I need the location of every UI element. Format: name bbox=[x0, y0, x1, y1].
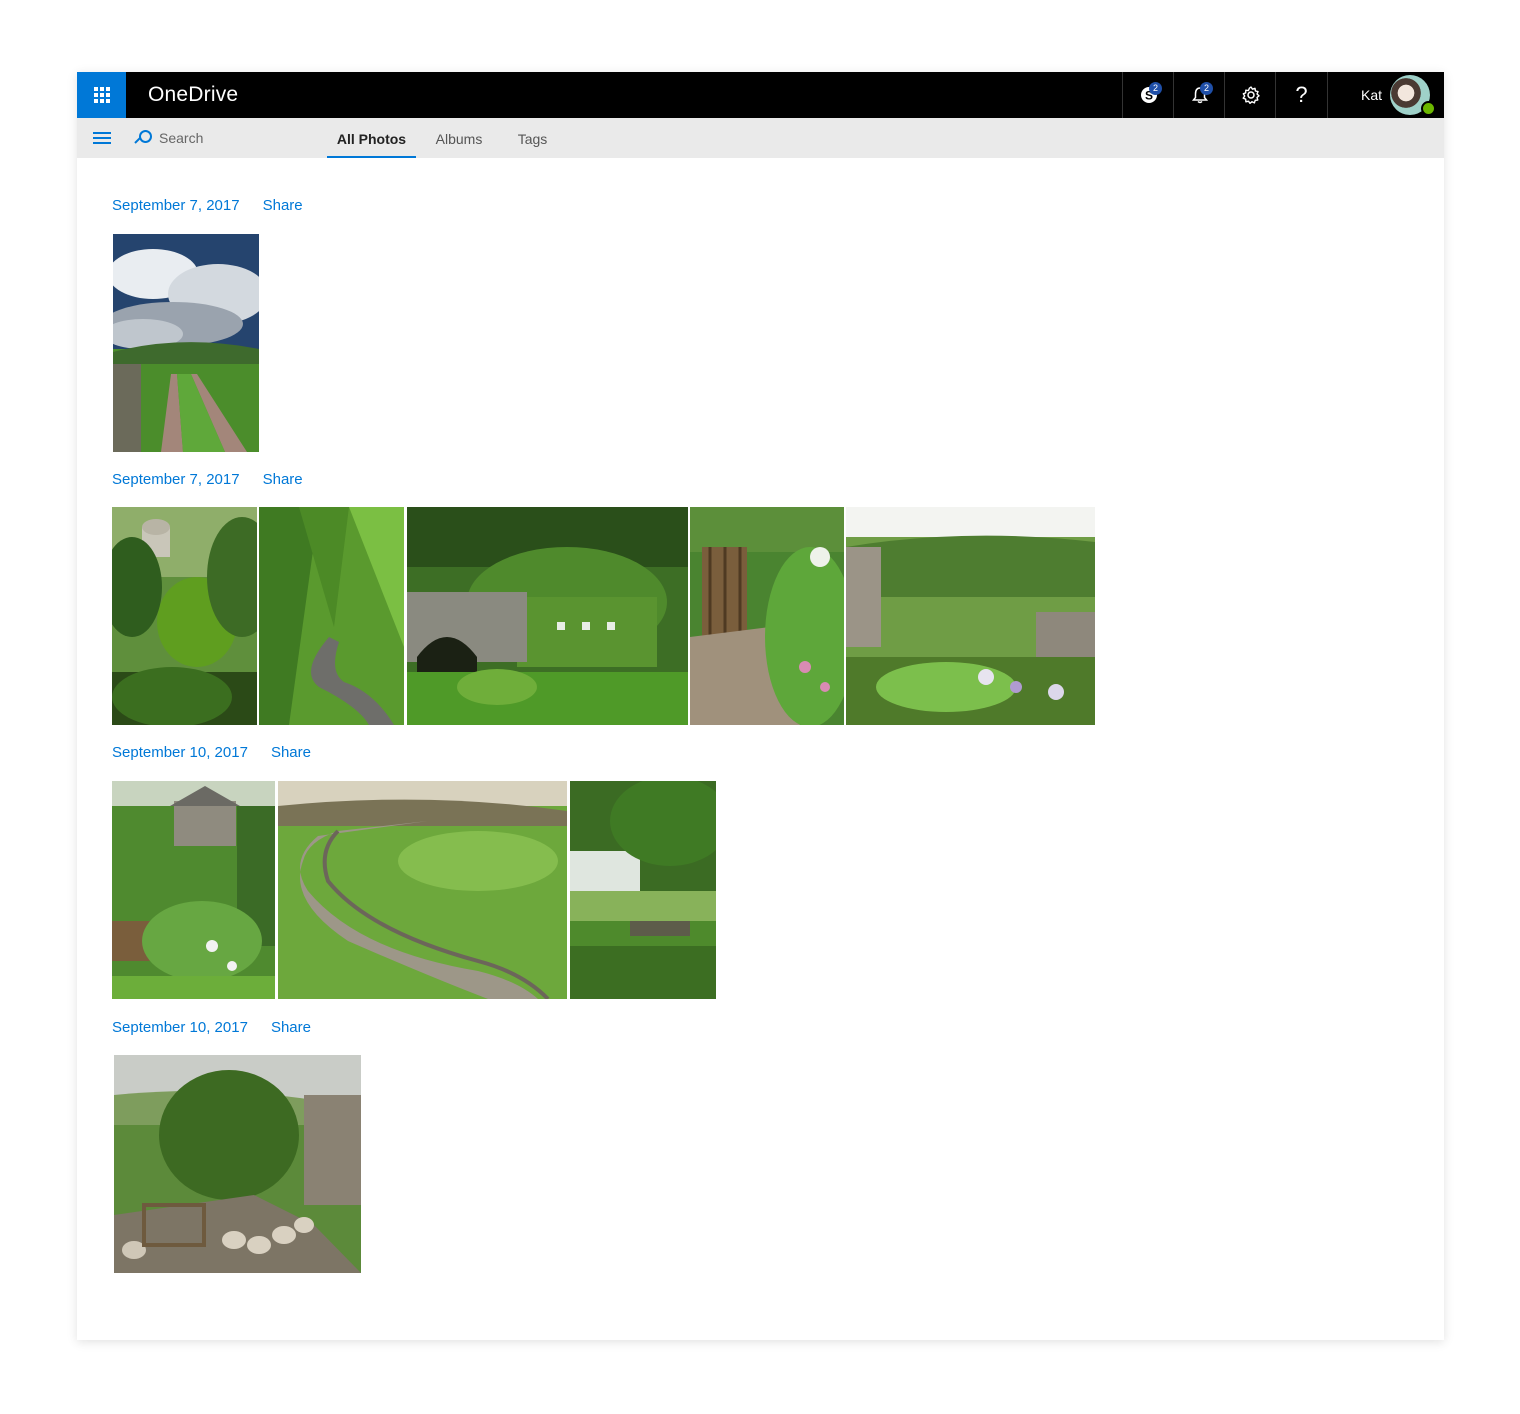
waffle-icon bbox=[93, 87, 110, 103]
hamburger-menu-icon[interactable] bbox=[93, 132, 111, 144]
tab-albums[interactable]: Albums bbox=[428, 118, 490, 158]
photo-thumbnail[interactable] bbox=[112, 781, 275, 999]
tab-all-photos[interactable]: All Photos bbox=[327, 118, 416, 158]
cottage-flowers-photo bbox=[112, 781, 275, 999]
skype-badge: 2 bbox=[1149, 82, 1162, 95]
group-date-link[interactable]: September 10, 2017 bbox=[112, 1019, 248, 1036]
help-icon: ? bbox=[1295, 82, 1308, 107]
search-box[interactable]: Search bbox=[134, 118, 203, 158]
notifications-badge: 2 bbox=[1200, 82, 1213, 95]
photo-thumbnail[interactable] bbox=[407, 507, 688, 725]
share-link[interactable]: Share bbox=[263, 197, 303, 214]
photo-thumbnail[interactable] bbox=[113, 234, 259, 452]
photo-thumbnail[interactable] bbox=[259, 507, 404, 725]
photo-thumbnail[interactable] bbox=[690, 507, 844, 725]
group-date-link[interactable]: September 7, 2017 bbox=[112, 471, 240, 488]
account-button[interactable]: Kat bbox=[1327, 72, 1444, 118]
photo-group-header: September 7, 2017 Share bbox=[112, 471, 303, 488]
ivy-cottage-bridge-photo bbox=[407, 507, 688, 725]
app-title[interactable]: OneDrive bbox=[148, 72, 238, 118]
share-link[interactable]: Share bbox=[263, 471, 303, 488]
stone-wall-field-photo bbox=[278, 781, 567, 999]
share-link[interactable]: Share bbox=[271, 1019, 311, 1036]
gear-icon bbox=[1242, 86, 1260, 104]
presence-indicator bbox=[1421, 101, 1436, 116]
photo-thumbnail[interactable] bbox=[112, 507, 257, 725]
sheep-barn-photo bbox=[114, 1055, 361, 1273]
valley-road-photo bbox=[259, 507, 404, 725]
group-date-link[interactable]: September 7, 2017 bbox=[112, 197, 240, 214]
onedrive-window: OneDrive S 2 2 ? Kat Search All Photos A… bbox=[77, 72, 1444, 1340]
command-bar: Search All Photos Albums Tags bbox=[77, 118, 1444, 158]
skype-button[interactable]: S 2 bbox=[1122, 72, 1174, 118]
photo-group-header: September 10, 2017 Share bbox=[112, 744, 311, 761]
search-placeholder: Search bbox=[159, 130, 204, 146]
photo-thumbnail[interactable] bbox=[846, 507, 1095, 725]
share-link[interactable]: Share bbox=[271, 744, 311, 761]
photo-group-header: September 7, 2017 Share bbox=[112, 197, 303, 214]
photo-thumbnail[interactable] bbox=[114, 1055, 361, 1273]
garden-temple-photo bbox=[112, 507, 257, 725]
garden-gate-photo bbox=[690, 507, 844, 725]
stone-cottage-garden-photo bbox=[846, 507, 1095, 725]
photo-thumbnail[interactable] bbox=[278, 781, 567, 999]
sunset-gate-photo bbox=[570, 781, 716, 999]
user-name: Kat bbox=[1361, 87, 1383, 103]
suite-bar: OneDrive S 2 2 ? Kat bbox=[77, 72, 1444, 118]
photo-thumbnail[interactable] bbox=[570, 781, 716, 999]
group-date-link[interactable]: September 10, 2017 bbox=[112, 744, 248, 761]
app-launcher-button[interactable] bbox=[77, 72, 126, 118]
help-button[interactable]: ? bbox=[1275, 72, 1327, 118]
settings-button[interactable] bbox=[1224, 72, 1276, 118]
landscape-path-photo bbox=[113, 234, 259, 452]
tab-tags[interactable]: Tags bbox=[510, 118, 555, 158]
search-icon bbox=[134, 129, 152, 147]
photo-group-header: September 10, 2017 Share bbox=[112, 1019, 311, 1036]
notifications-button[interactable]: 2 bbox=[1173, 72, 1225, 118]
